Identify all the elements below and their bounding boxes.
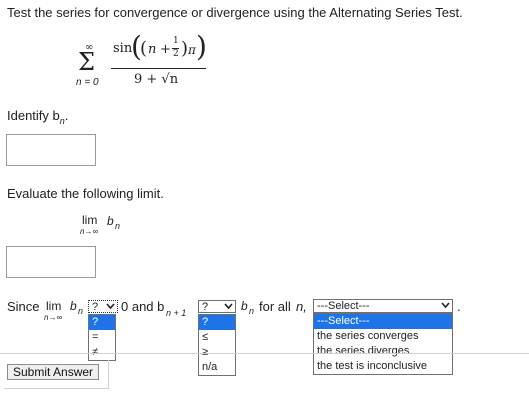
conclusion-option[interactable]: the series diverges bbox=[314, 344, 452, 359]
numerator-func: sin bbox=[113, 41, 133, 56]
comparison-option[interactable]: ? bbox=[89, 315, 115, 330]
numerator-inner-open: ( bbox=[140, 38, 148, 59]
since-b-sub: n bbox=[78, 306, 84, 316]
conclusion-dropdown-list: ---Select--- the series converges the se… bbox=[313, 313, 453, 375]
lim-b-sub: n bbox=[115, 221, 121, 231]
conclusion-option[interactable]: ---Select--- bbox=[314, 314, 452, 329]
since-lim: lim bbox=[46, 299, 62, 313]
b-n-sub: n bbox=[249, 306, 255, 316]
comparison-option[interactable]: = bbox=[89, 330, 115, 345]
since-text: Since bbox=[7, 299, 40, 314]
lim-arrow: n→∞ bbox=[80, 227, 99, 236]
since-b: b bbox=[70, 299, 77, 313]
sum-lower-limit: n = 0 bbox=[76, 77, 99, 88]
comparison-select[interactable]: ? bbox=[88, 300, 118, 313]
bn-plus-1-sub: n + 1 bbox=[166, 308, 187, 318]
question-text: Test the series for convergence or diver… bbox=[7, 5, 463, 20]
numerator-inner-close: ) bbox=[181, 38, 189, 59]
zero-and-text: 0 and b bbox=[121, 299, 165, 314]
numerator-plus: + bbox=[160, 42, 171, 57]
monotonic-dropdown-list: ? ≤ ≥ n/a bbox=[198, 314, 236, 376]
conclusion-option[interactable]: the test is inconclusive bbox=[314, 359, 452, 374]
half-numerator: 1 bbox=[173, 36, 179, 46]
limit-answer-input[interactable] bbox=[6, 246, 96, 278]
half-denominator: 2 bbox=[173, 49, 179, 59]
bn-answer-input[interactable] bbox=[6, 134, 96, 166]
identify-text: Identify b bbox=[7, 108, 60, 123]
monotonic-select[interactable]: ? bbox=[198, 300, 236, 313]
numerator-n: n bbox=[148, 42, 157, 57]
b-n-text: b bbox=[241, 299, 248, 313]
sigma-symbol: Σ bbox=[78, 48, 95, 76]
chevron-down-icon bbox=[224, 301, 233, 314]
conclusion-option[interactable]: the series converges bbox=[314, 329, 452, 344]
identify-label: Identify bn. bbox=[7, 108, 69, 126]
monotonic-option[interactable]: n/a bbox=[199, 360, 235, 375]
evaluate-label: Evaluate the following limit. bbox=[7, 186, 164, 201]
identify-suffix: . bbox=[64, 108, 69, 123]
final-period: . bbox=[457, 299, 461, 314]
conclusion-select[interactable]: ---Select--- bbox=[313, 299, 453, 313]
pi-symbol: π bbox=[188, 43, 196, 57]
for-all-n: n, bbox=[296, 299, 307, 314]
monotonic-option[interactable]: ? bbox=[199, 315, 235, 330]
main-fraction-bar bbox=[111, 68, 206, 69]
lim-text: lim bbox=[82, 213, 98, 227]
for-all-text: for all bbox=[259, 299, 291, 314]
numerator-big-paren-close: ) bbox=[196, 30, 207, 63]
chevron-down-icon bbox=[441, 300, 450, 313]
section-divider bbox=[0, 353, 529, 354]
submit-answer-button[interactable]: Submit Answer bbox=[7, 364, 100, 380]
monotonic-select-value: ? bbox=[202, 301, 209, 313]
lim-b: b bbox=[107, 214, 114, 228]
comparison-select-value: ? bbox=[92, 301, 99, 313]
identify-sub: n bbox=[59, 116, 65, 126]
monotonic-option[interactable]: ≤ bbox=[199, 330, 235, 345]
conclusion-select-value: ---Select--- bbox=[317, 300, 370, 312]
denominator: 9 + √n bbox=[134, 72, 179, 87]
chevron-down-icon bbox=[106, 301, 115, 314]
since-lim-arrow: n→∞ bbox=[44, 313, 63, 322]
